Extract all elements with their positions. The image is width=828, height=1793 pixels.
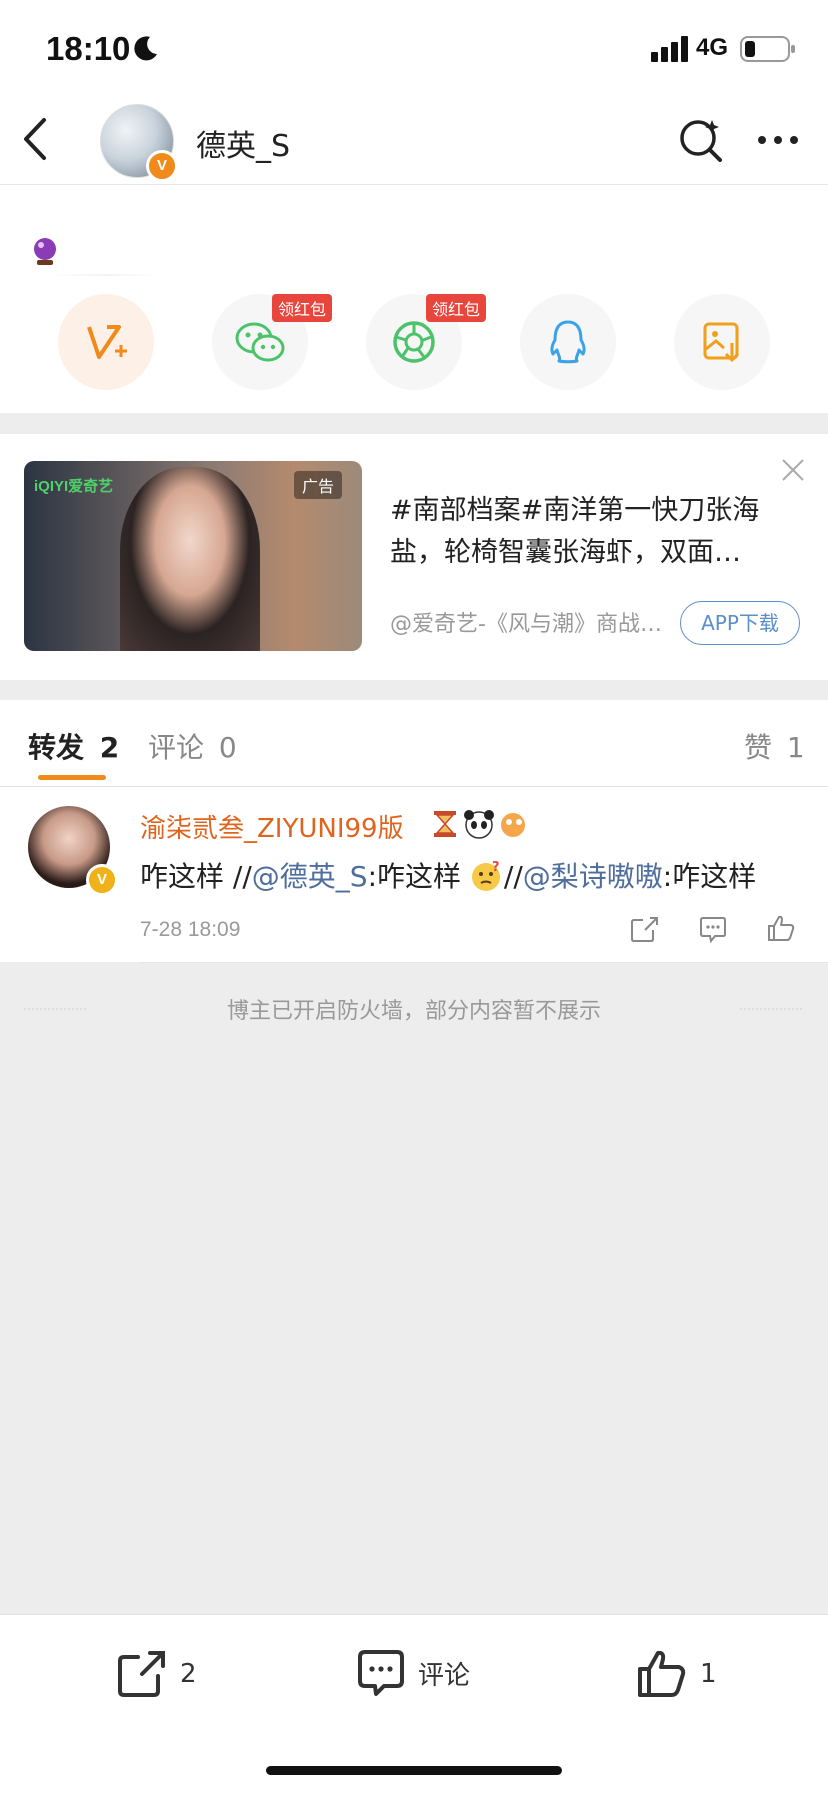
- more-icon[interactable]: [756, 134, 800, 146]
- comment-text-part: 咋这样 //: [140, 860, 252, 893]
- mention-link[interactable]: @梨诗嗷嗷: [523, 860, 663, 893]
- save-image-icon: [703, 322, 740, 363]
- tab-repost[interactable]: 转发 2: [28, 726, 119, 766]
- comment-icon[interactable]: [698, 915, 728, 945]
- verified-badge-icon: V: [86, 864, 118, 896]
- tooltip-arrow: [50, 274, 160, 276]
- ad-source: @爱奇艺-《风与潮》商战…: [390, 612, 662, 637]
- weibo-repost-icon: [87, 325, 127, 359]
- emoji-icons: [434, 810, 525, 839]
- tab-like[interactable]: 赞 1: [744, 726, 805, 766]
- signal-icon: [651, 36, 688, 62]
- crystal-ball-icon: [34, 238, 56, 265]
- ad-headline[interactable]: #南部档案#南洋第一快刀张海盐，轮椅智囊张海虾，双面…: [390, 490, 790, 574]
- tab-active-indicator: [38, 775, 106, 780]
- save-image-button[interactable]: [674, 294, 770, 390]
- bottom-comment-label: 评论: [418, 1660, 471, 1691]
- firewall-notice: 博主已开启防火墙，部分内容暂不展示: [226, 999, 601, 1024]
- battery-icon: [740, 36, 795, 62]
- network-type: 4G: [696, 34, 729, 61]
- home-indicator: [266, 1766, 562, 1775]
- ad-image[interactable]: iQIYI爱奇艺 广告: [24, 461, 362, 651]
- red-packet-badge: 领红包: [426, 294, 487, 322]
- bottom-like-count: 1: [700, 1659, 717, 1689]
- svg-text:?: ?: [492, 860, 500, 875]
- tab-like-count: 1: [786, 731, 805, 764]
- repost-icon[interactable]: [630, 915, 660, 943]
- bottom-repost-button[interactable]: 2: [116, 1648, 197, 1700]
- close-icon[interactable]: [780, 457, 806, 483]
- bottom-like-button[interactable]: 1: [636, 1648, 717, 1700]
- divider: [140, 962, 828, 963]
- back-icon[interactable]: [20, 116, 50, 162]
- moments-icon: [393, 321, 435, 363]
- tab-repost-count: 2: [99, 731, 120, 764]
- tab-comment-count: 0: [218, 731, 237, 764]
- comment-text-part: //: [503, 860, 523, 893]
- avatar[interactable]: V: [100, 104, 178, 182]
- verified-badge-icon: V: [146, 150, 178, 182]
- bottom-comment-button[interactable]: 评论: [356, 1648, 470, 1698]
- mention-link[interactable]: @德英_S: [252, 860, 368, 893]
- ad-logo: iQIYI爱奇艺: [34, 478, 114, 495]
- qq-icon: [550, 320, 586, 364]
- tab-like-label: 赞: [744, 731, 773, 764]
- thinking-emoji-icon: ?: [471, 860, 500, 891]
- comment-text-part: :咋这样: [662, 860, 757, 893]
- comment-time: 7-28 18:09: [140, 918, 241, 941]
- page-title: 德英_S: [196, 129, 291, 164]
- comment-icon: [358, 1650, 404, 1696]
- search-icon[interactable]: [678, 116, 724, 162]
- bottom-repost-count: 2: [180, 1659, 197, 1689]
- tab-repost-label: 转发: [28, 731, 85, 764]
- status-time: 18:10: [46, 30, 131, 67]
- decorative-dots: [740, 1008, 802, 1010]
- comment-author[interactable]: 渝柒贰叁_ZIYUNI99版: [140, 808, 404, 845]
- tab-comment-label: 评论: [148, 731, 205, 764]
- tab-bar: [0, 700, 828, 787]
- moon-icon: [134, 36, 157, 61]
- red-packet-badge: 领红包: [272, 294, 333, 322]
- comment-text-part: :咋这样: [367, 860, 461, 893]
- share-weibo-button[interactable]: [58, 294, 154, 390]
- repost-icon: [118, 1651, 165, 1697]
- like-icon[interactable]: [766, 913, 796, 943]
- like-icon: [638, 1650, 686, 1697]
- wechat-icon: [235, 322, 285, 362]
- tab-comment[interactable]: 评论 0: [148, 726, 237, 766]
- ad-tag: 广告: [294, 471, 343, 499]
- app-download-button[interactable]: APP下载: [680, 601, 800, 645]
- comment-text: 咋这样 //@德英_S:咋这样 ? //@梨诗嗷嗷:咋这样: [140, 855, 756, 895]
- share-qq-button[interactable]: [520, 294, 616, 390]
- ad-figure: [120, 467, 260, 651]
